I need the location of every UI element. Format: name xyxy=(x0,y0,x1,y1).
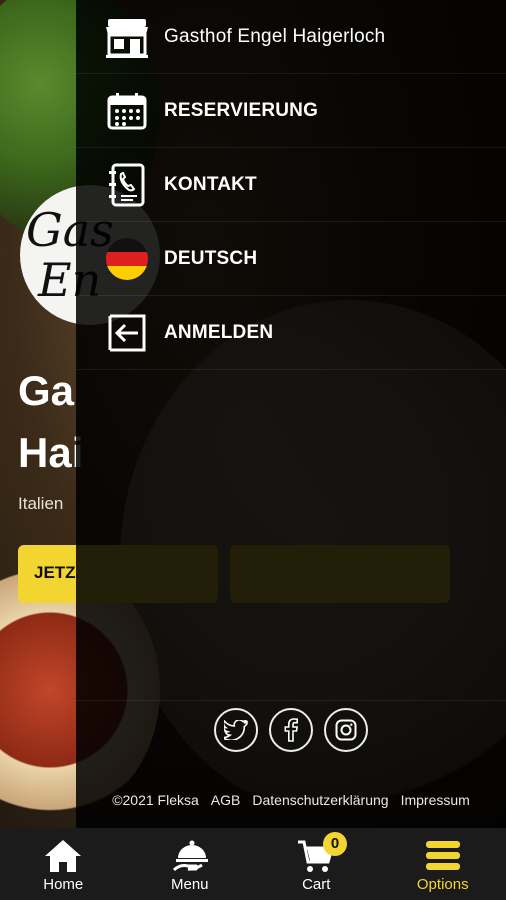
social-divider xyxy=(76,700,506,701)
calendar-icon xyxy=(104,88,150,134)
drawer-item-restaurant[interactable]: Gasthof Engel Haigerloch xyxy=(76,0,506,74)
privacy-link[interactable]: Datenschutzerklärung xyxy=(252,792,388,808)
drawer-item-label: ANMELDEN xyxy=(164,321,274,343)
drawer-item-label: DEUTSCH xyxy=(164,247,258,269)
footer-links: ©2021 Fleksa AGB Datenschutzerklärung Im… xyxy=(76,792,506,808)
hamburger-menu-icon xyxy=(423,836,463,876)
nav-label: Cart xyxy=(302,876,331,893)
hero-subtitle: Italien xyxy=(18,494,64,513)
drawer-item-login[interactable]: ANMELDEN xyxy=(76,296,506,370)
drawer-item-label: Gasthof Engel Haigerloch xyxy=(164,25,386,47)
imprint-link[interactable]: Impressum xyxy=(401,792,470,808)
drawer-item-contact[interactable]: KONTAKT xyxy=(76,148,506,222)
home-icon xyxy=(43,836,83,876)
serving-cloche-icon xyxy=(170,836,210,876)
phone-contact-icon xyxy=(104,162,150,208)
drawer-item-label: RESERVIERUNG xyxy=(164,99,319,121)
nav-label: Options xyxy=(416,876,469,893)
nav-menu[interactable]: Menu xyxy=(127,828,254,900)
nav-options[interactable]: Options xyxy=(380,828,506,900)
cart-count-badge: 0 xyxy=(323,832,347,856)
agb-link[interactable]: AGB xyxy=(211,792,241,808)
nav-label: Menu xyxy=(170,876,209,893)
twitter-icon[interactable] xyxy=(214,708,258,752)
instagram-icon[interactable] xyxy=(324,708,368,752)
copyright-link[interactable]: ©2021 Fleksa xyxy=(112,792,199,808)
facebook-icon[interactable] xyxy=(269,708,313,752)
nav-label: Home xyxy=(43,876,84,893)
nav-cart[interactable]: 0 Cart xyxy=(253,828,380,900)
side-drawer: Gasthof Engel Haigerloch RESERVIERUNG KO… xyxy=(76,0,506,828)
drawer-item-label: KONTAKT xyxy=(164,173,257,195)
restaurant-storefront-icon xyxy=(104,14,150,60)
bottom-navigation: Home Menu 0 Cart Options xyxy=(0,828,506,900)
drawer-item-language[interactable]: DEUTSCH xyxy=(76,222,506,296)
german-flag-icon xyxy=(104,236,150,282)
hero-title-line-2: Hai xyxy=(18,429,84,476)
hero-title: Ga Hai xyxy=(18,360,83,484)
hero-title-line-1: Ga xyxy=(18,367,75,414)
login-icon xyxy=(104,310,150,356)
drawer-item-reservation[interactable]: RESERVIERUNG xyxy=(76,74,506,148)
nav-home[interactable]: Home xyxy=(0,828,127,900)
